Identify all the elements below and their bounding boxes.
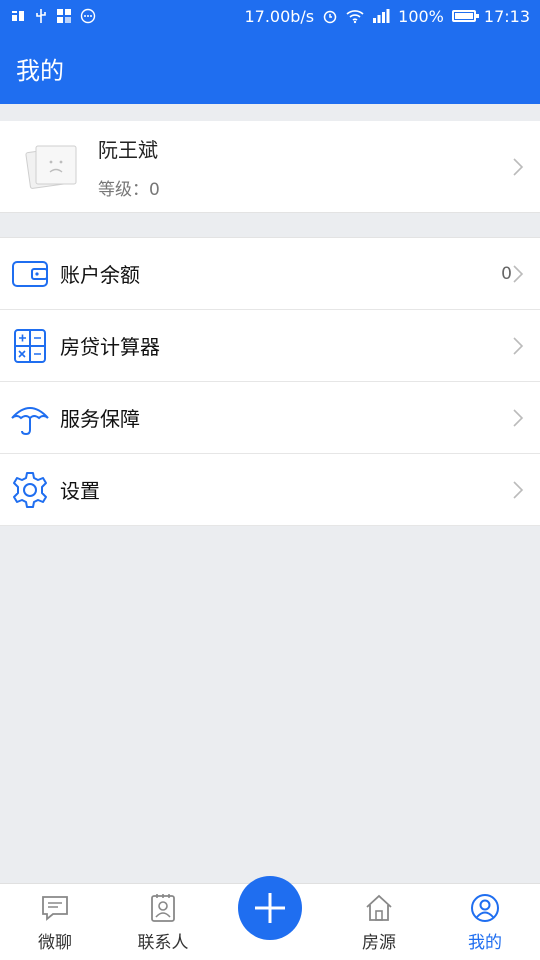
profile-text: 阮王斌 等级：0 xyxy=(98,134,160,200)
menu-label-balance: 账户余额 xyxy=(60,263,140,287)
grid-icon xyxy=(57,9,71,23)
chevron-right-icon xyxy=(513,157,524,176)
user-icon xyxy=(471,894,499,922)
nav-label-chat: 微聊 xyxy=(38,933,72,953)
menu-item-service-guarantee[interactable]: 服务保障 xyxy=(0,382,540,454)
nav-label-contacts: 联系人 xyxy=(137,933,189,953)
wifi-icon xyxy=(346,10,364,24)
profile-level: 等级：0 xyxy=(98,175,160,200)
page-header: 我的 xyxy=(0,32,540,104)
menu-label-service-guarantee: 服务保障 xyxy=(60,407,140,431)
profile-name: 阮王斌 xyxy=(98,137,158,162)
menu-list: 账户余额 0 房贷计算器 服务保障 设置 xyxy=(0,237,540,526)
menu-label-mortgage-calculator: 房贷计算器 xyxy=(60,335,160,359)
alarm-icon xyxy=(323,10,337,24)
battery-icon xyxy=(451,10,479,22)
app-root: 17.00b/s 100% 17:13 我的 阮王斌 等级：0 账户余额 0 房… xyxy=(0,0,540,960)
nav-label-me: 我的 xyxy=(468,933,502,953)
calculator-icon xyxy=(14,328,46,363)
more-icon xyxy=(80,8,96,24)
chevron-right-icon xyxy=(513,336,524,355)
chevron-right-icon xyxy=(513,264,524,283)
usb-icon xyxy=(36,9,46,23)
status-left-icons xyxy=(10,8,96,24)
umbrella-icon xyxy=(11,406,49,435)
menu-item-balance[interactable]: 账户余额 0 xyxy=(0,238,540,310)
menu-label-settings: 设置 xyxy=(60,479,100,503)
nav-tab-chat[interactable]: 微聊 xyxy=(10,892,100,953)
contacts-icon xyxy=(151,894,175,922)
nav-label-listings: 房源 xyxy=(362,933,396,953)
profile-card[interactable]: 阮王斌 等级：0 xyxy=(0,121,540,213)
nav-tab-me[interactable]: 我的 xyxy=(440,892,530,953)
status-time: 17:13 xyxy=(483,6,530,26)
wallet-icon xyxy=(12,260,48,287)
signal-icon xyxy=(373,9,390,23)
balance-value: 0 xyxy=(501,263,512,284)
taobao-icon xyxy=(12,11,24,21)
battery-percent: 100% xyxy=(398,6,444,26)
page-title: 我的 xyxy=(16,56,64,85)
avatar-placeholder-icon xyxy=(25,145,77,189)
bottom-nav: 微聊 联系人 房源 我的 xyxy=(0,876,540,960)
gear-icon xyxy=(13,471,47,508)
chat-icon xyxy=(42,896,68,921)
add-button[interactable] xyxy=(238,876,302,940)
network-speed: 17.00b/s xyxy=(244,6,315,26)
status-right: 17.00b/s 100% 17:13 xyxy=(244,7,530,26)
house-icon xyxy=(366,894,392,921)
nav-tab-listings[interactable]: 房源 xyxy=(334,892,424,953)
chevron-right-icon xyxy=(513,408,524,427)
chevron-right-icon xyxy=(513,480,524,499)
plus-icon xyxy=(255,893,285,923)
menu-item-mortgage-calculator[interactable]: 房贷计算器 xyxy=(0,310,540,382)
status-bar: 17.00b/s 100% 17:13 xyxy=(0,0,540,32)
nav-tab-contacts[interactable]: 联系人 xyxy=(118,892,208,953)
level-label: 等级： xyxy=(98,179,149,200)
menu-item-settings[interactable]: 设置 xyxy=(0,454,540,526)
level-value: 0 xyxy=(149,179,160,200)
